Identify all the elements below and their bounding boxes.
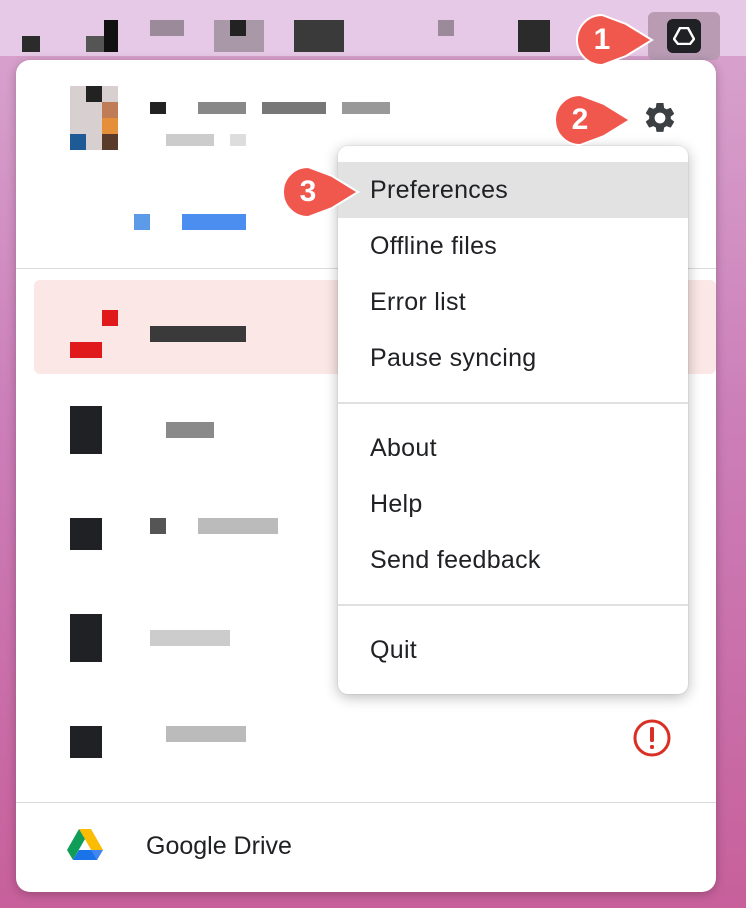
help-menu-item[interactable]: Help <box>338 476 688 532</box>
avatar-pixel <box>102 134 118 150</box>
avatar-pixel <box>102 118 118 134</box>
file-name-pixelated <box>166 726 246 742</box>
avatar-pixel <box>86 86 102 102</box>
account-name-pixelated <box>198 102 246 114</box>
avatar-pixel <box>102 102 118 118</box>
error-file-icon <box>70 342 102 358</box>
callout-badge-2: 2 <box>552 92 632 148</box>
pixelated-menubar-item <box>230 20 246 36</box>
preferences-menu-item[interactable]: Preferences <box>338 162 688 218</box>
account-name-pixelated <box>262 102 326 114</box>
avatar-pixel <box>70 134 86 150</box>
pixelated-menubar-item <box>150 20 184 36</box>
pause-syncing-menu-item[interactable]: Pause syncing <box>338 330 688 386</box>
account-email-pixelated <box>230 134 246 146</box>
error-alert-icon[interactable] <box>632 718 672 758</box>
storage-bar-pixelated <box>182 214 246 230</box>
settings-gear[interactable] <box>638 96 682 140</box>
menu-separator <box>338 402 688 404</box>
pixelated-menubar-item <box>518 20 550 52</box>
menu-separator <box>338 604 688 606</box>
settings-menu: Preferences Offline files Error list Pau… <box>338 146 688 694</box>
file-name-pixelated <box>150 518 166 534</box>
file-name-pixelated <box>166 422 214 438</box>
google-drive-logo <box>67 829 103 860</box>
footer: Google Drive <box>16 802 716 892</box>
app-title: Google Drive <box>146 832 292 860</box>
pixelated-menubar-item <box>86 36 104 52</box>
google-drive-tray-icon <box>667 19 701 53</box>
quit-menu-item[interactable]: Quit <box>338 622 688 678</box>
account-name-pixelated <box>342 102 390 114</box>
pixelated-menubar-item <box>294 20 344 52</box>
send-feedback-menu-item[interactable]: Send feedback <box>338 532 688 588</box>
file-icon[interactable] <box>70 518 102 550</box>
error-file-icon <box>102 310 118 326</box>
storage-bar-pixelated <box>134 214 150 230</box>
callout-number: 2 <box>571 103 589 136</box>
callout-number: 1 <box>593 23 611 56</box>
about-menu-item[interactable]: About <box>338 420 688 476</box>
file-icon[interactable] <box>70 406 102 454</box>
callout-number: 3 <box>299 175 317 208</box>
error-list-menu-item[interactable]: Error list <box>338 274 688 330</box>
callout-badge-3: 3 <box>280 164 360 220</box>
pixelated-menubar-item <box>438 20 454 36</box>
file-icon[interactable] <box>70 614 102 662</box>
pixelated-menubar-item <box>104 20 118 52</box>
pixelated-menubar-item <box>22 36 40 52</box>
file-name-pixelated <box>198 518 278 534</box>
callout-badge-1: 1 <box>574 12 654 68</box>
file-name-pixelated <box>150 630 230 646</box>
file-icon[interactable] <box>70 726 102 758</box>
gear-icon <box>645 102 675 132</box>
offline-files-menu-item[interactable]: Offline files <box>338 218 688 274</box>
account-name-pixelated <box>150 102 166 114</box>
account-email-pixelated <box>166 134 214 146</box>
file-name-pixelated <box>150 326 246 342</box>
